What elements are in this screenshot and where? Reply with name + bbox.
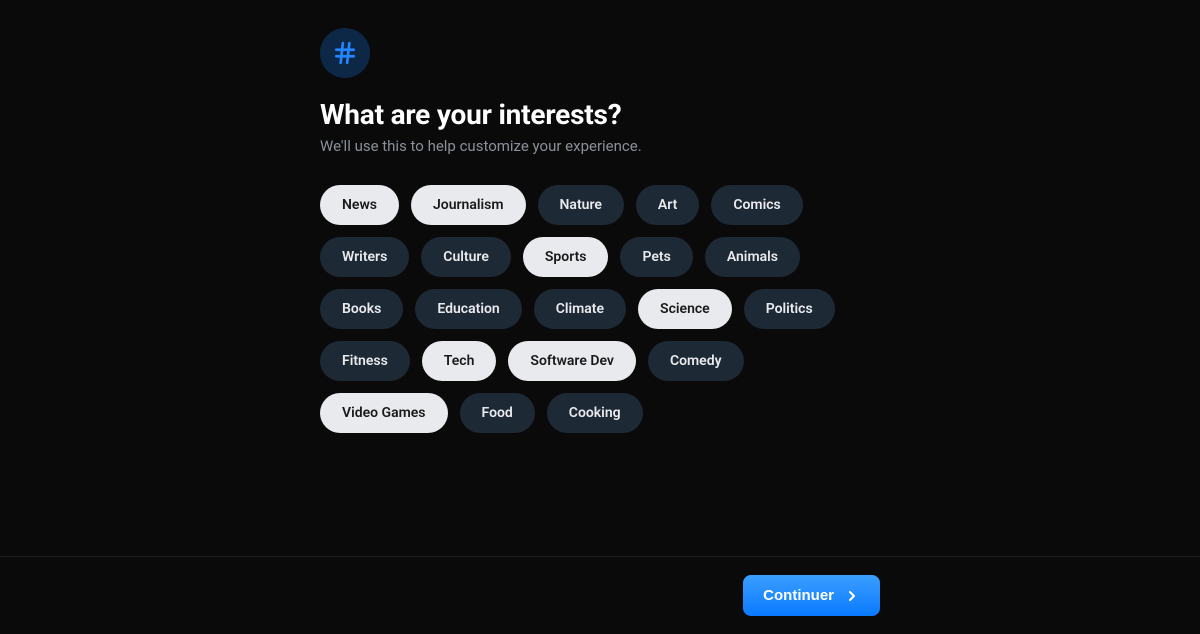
interest-pill[interactable]: Tech (422, 341, 497, 381)
hashtag-icon (332, 40, 358, 66)
interest-pill[interactable]: Art (636, 185, 699, 225)
interest-pill[interactable]: Animals (705, 237, 800, 277)
footer-bar: Continuer (0, 556, 1200, 634)
interest-pill[interactable]: Politics (744, 289, 835, 329)
continue-button[interactable]: Continuer (743, 575, 880, 616)
interest-pill[interactable]: Nature (538, 185, 624, 225)
interest-pill[interactable]: News (320, 185, 399, 225)
interest-pill[interactable]: Climate (534, 289, 626, 329)
interest-pill[interactable]: Science (638, 289, 732, 329)
continue-button-label: Continuer (763, 587, 834, 604)
interest-pill[interactable]: Pets (620, 237, 692, 277)
interest-pill[interactable]: Books (320, 289, 403, 329)
interest-pill[interactable]: Writers (320, 237, 409, 277)
page-subtitle: We'll use this to help customize your ex… (320, 137, 880, 155)
page-title: What are your interests? (320, 98, 880, 131)
interest-pill[interactable]: Video Games (320, 393, 448, 433)
interest-pill[interactable]: Sports (523, 237, 609, 277)
chevron-right-icon (844, 588, 860, 604)
interest-pill[interactable]: Journalism (411, 185, 526, 225)
interest-pill[interactable]: Food (460, 393, 535, 433)
interests-list: News Journalism Nature Art Comics Writers Cult… (320, 185, 880, 433)
interest-pill[interactable]: Cooking (547, 393, 643, 433)
interest-pill[interactable]: Comedy (648, 341, 744, 381)
interest-pill[interactable]: Comics (711, 185, 802, 225)
interest-pill[interactable]: Culture (421, 237, 511, 277)
interest-pill[interactable]: Fitness (320, 341, 410, 381)
interest-pill[interactable]: Education (415, 289, 521, 329)
hashtag-icon-circle (320, 28, 370, 78)
interest-pill[interactable]: Software Dev (508, 341, 636, 381)
